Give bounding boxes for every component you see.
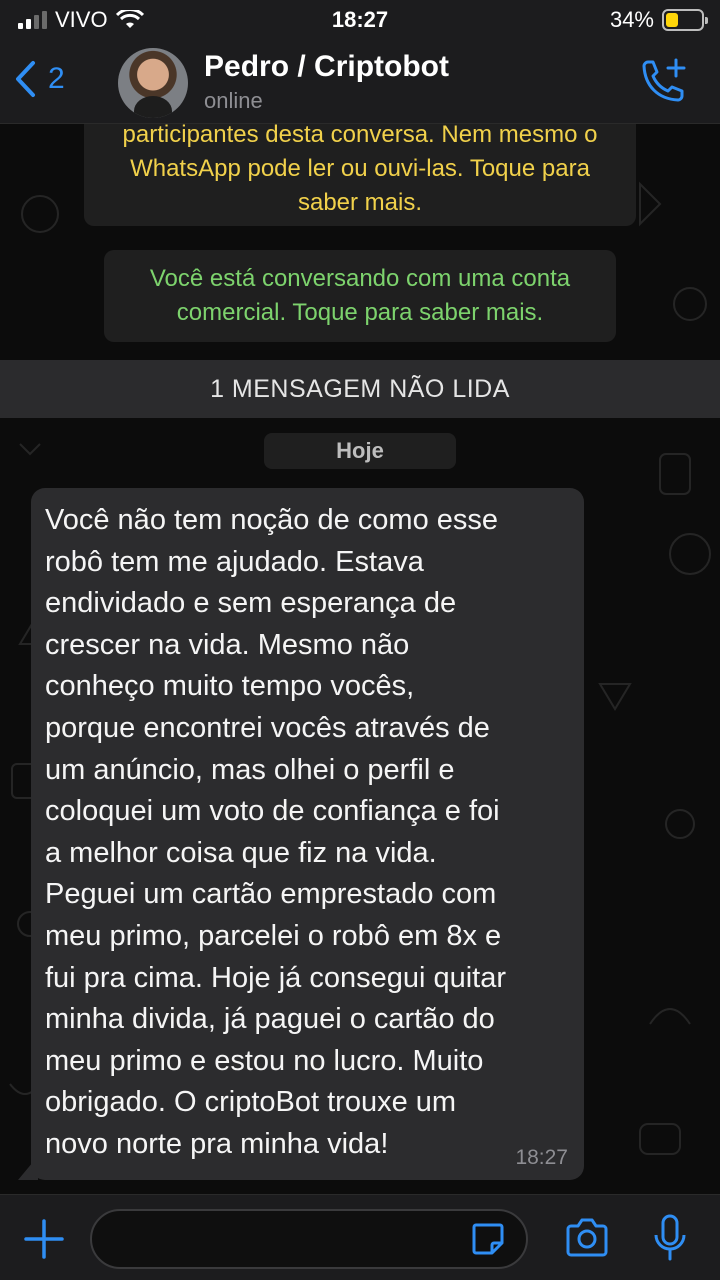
business-notice-text: Você está conversando com uma conta come… [149, 265, 571, 326]
add-call-icon[interactable] [636, 56, 690, 106]
contact-status: online [204, 88, 263, 113]
battery-icon [662, 9, 708, 31]
status-bar: VIVO 18:27 34% [0, 0, 720, 42]
message-text: Você não tem noção de como esse robô tem… [45, 504, 507, 1160]
chat-header: 2 Pedro / Criptobot online [0, 42, 720, 124]
contact-name[interactable]: Pedro / Criptobot [204, 50, 449, 84]
camera-icon[interactable] [564, 1217, 610, 1259]
encryption-notice-text: participantes desta conversa. Nem mesmo … [122, 124, 598, 216]
back-button[interactable]: 2 [14, 60, 65, 98]
unread-messages-divider: 1 MENSAGEM NÃO LIDA [0, 360, 720, 418]
plus-icon[interactable] [22, 1217, 66, 1261]
sticker-icon[interactable] [470, 1221, 506, 1257]
business-account-notice[interactable]: Você está conversando com uma conta come… [104, 250, 616, 342]
message-input[interactable] [90, 1209, 528, 1269]
date-chip: Hoje [264, 433, 456, 469]
message-time: 18:27 [515, 1146, 568, 1169]
avatar[interactable] [118, 48, 188, 118]
status-right: 34% [609, 7, 708, 33]
back-chevron-icon [16, 61, 35, 97]
composer-bar [0, 1194, 720, 1280]
encryption-notice[interactable]: participantes desta conversa. Nem mesmo … [84, 124, 636, 226]
incoming-message-bubble[interactable]: Você não tem noção de como esse robô tem… [31, 488, 584, 1180]
chat-area[interactable]: participantes desta conversa. Nem mesmo … [0, 124, 720, 1194]
back-unread-count: 2 [48, 62, 65, 95]
battery-percent: 34% [609, 7, 654, 32]
microphone-icon[interactable] [652, 1213, 688, 1263]
